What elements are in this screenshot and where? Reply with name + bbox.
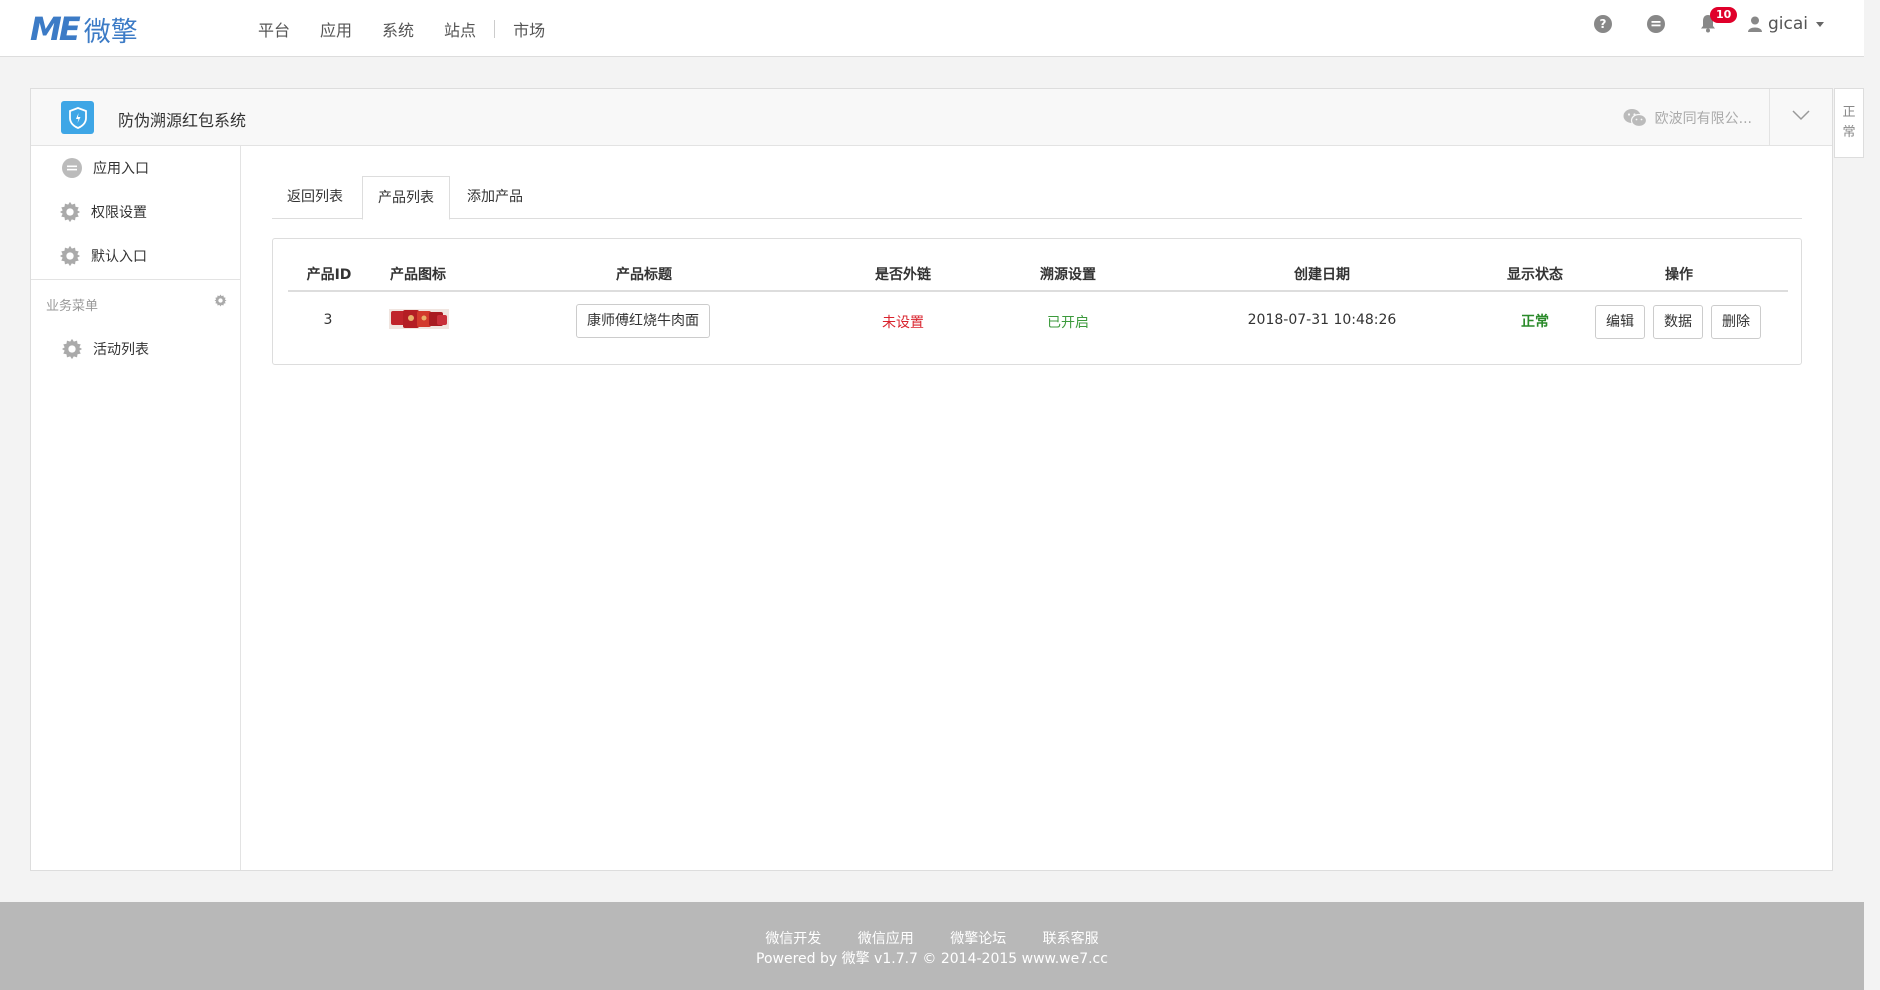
- app-title: 防伪溯源红包系统: [118, 111, 247, 130]
- nav-divider: [494, 20, 496, 38]
- footer-link-forum[interactable]: 微擎论坛: [950, 931, 1006, 947]
- nav-item-platform[interactable]: 平台: [258, 17, 290, 41]
- top-navbar: ME 微擎 平台 应用 系统 站点 市场 ? 10 gicai: [0, 0, 1864, 57]
- sidebar-divider: [31, 279, 241, 280]
- trace-status: 已开启: [1047, 315, 1089, 331]
- shield-icon: [61, 101, 94, 134]
- product-image: [389, 309, 449, 329]
- notification-count-badge: 10: [1709, 7, 1738, 23]
- top-right-tools: ? 10 gicai: [1559, 7, 1824, 34]
- footer-link-wechat-apps[interactable]: 微信应用: [858, 931, 914, 947]
- external-link-status: 未设置: [882, 315, 924, 331]
- notifications-button[interactable]: 10: [1700, 7, 1738, 34]
- nav-item-market[interactable]: 市场: [513, 17, 545, 41]
- tab-product-list[interactable]: 产品列表: [362, 176, 450, 220]
- created-date: 2018-07-31 10:48:26: [1247, 312, 1397, 328]
- footer-link-support[interactable]: 联系客服: [1043, 931, 1099, 947]
- sidebar-item-label: 默认入口: [91, 249, 147, 265]
- gear-icon: [61, 338, 83, 360]
- sidebar-item-label: 应用入口: [93, 161, 149, 177]
- chat-icon[interactable]: [1646, 15, 1665, 33]
- sidebar: 应用入口 权限设置 默认入口 业务菜单 活动列表: [31, 146, 241, 870]
- side-tag-char: 常: [1842, 125, 1856, 140]
- tab-back-to-list[interactable]: 返回列表: [272, 176, 358, 220]
- product-title-button[interactable]: 康师傅红烧牛肉面: [576, 304, 710, 338]
- user-menu[interactable]: gicai: [1747, 14, 1824, 34]
- header-divider: [288, 290, 1788, 292]
- sidebar-item-default-entry[interactable]: 默认入口: [59, 245, 147, 267]
- logo-mark: ME: [30, 10, 81, 48]
- wechat-icon: [1623, 109, 1647, 128]
- sidebar-group-label: 业务菜单: [46, 299, 99, 314]
- footer-link-wechat-dev[interactable]: 微信开发: [765, 931, 821, 947]
- sidebar-item-label: 权限设置: [91, 205, 147, 221]
- brand-logo[interactable]: ME 微擎: [30, 10, 138, 48]
- footer: 微信开发 微信应用 微擎论坛 联系客服 Powered by 微擎 v1.7.7…: [0, 902, 1864, 990]
- user-icon: [1747, 16, 1762, 32]
- column-header: 是否外链: [875, 267, 931, 283]
- logo-text: 微擎: [83, 16, 138, 48]
- sidebar-item-app-entry[interactable]: 应用入口: [61, 157, 149, 179]
- footer-copyright: Powered by 微擎 v1.7.7 © 2014-2015 www.we7…: [756, 951, 1108, 967]
- sidebar-item-label: 活动列表: [93, 342, 149, 358]
- app-header: 防伪溯源红包系统 欧波同有限公...: [31, 89, 1832, 146]
- nav-item-sites[interactable]: 站点: [444, 17, 476, 41]
- question-circle-icon[interactable]: ?: [1593, 15, 1612, 33]
- account-name: 欧波同有限公...: [1654, 111, 1752, 127]
- column-header: 显示状态: [1507, 267, 1563, 283]
- gear-icon: [59, 245, 81, 267]
- gear-icon: [59, 201, 81, 223]
- username: gicai: [1767, 14, 1808, 34]
- product-table: 产品ID 产品图标 产品标题 是否外链 溯源设置 创建日期 显示状态 操作 3: [272, 238, 1802, 365]
- content-area: 返回列表 产品列表 添加产品 产品ID 产品图标 产品标题 是否外链 溯源设置 …: [272, 176, 1802, 365]
- status-side-tab[interactable]: 正 常: [1834, 88, 1864, 158]
- sidebar-item-activity-list[interactable]: 活动列表: [61, 338, 149, 360]
- product-id: 3: [323, 312, 333, 328]
- comment-icon: [62, 158, 82, 178]
- chevron-down-icon: [1816, 21, 1824, 27]
- column-header: 操作: [1665, 267, 1693, 283]
- nav-item-system[interactable]: 系统: [382, 17, 414, 41]
- column-header: 创建日期: [1294, 267, 1350, 283]
- edit-button[interactable]: 编辑: [1595, 305, 1645, 339]
- column-header: 产品ID: [306, 267, 352, 283]
- delete-button[interactable]: 删除: [1711, 305, 1761, 339]
- sidebar-item-permissions[interactable]: 权限设置: [59, 201, 147, 223]
- display-status-badge: 正常: [1521, 314, 1549, 330]
- nav-item-apps[interactable]: 应用: [320, 17, 352, 41]
- footer-links: 微信开发 微信应用 微擎论坛 联系客服: [0, 928, 1864, 948]
- data-button[interactable]: 数据: [1653, 305, 1703, 339]
- account-switcher[interactable]: 欧波同有限公...: [1623, 108, 1752, 128]
- gear-icon[interactable]: [214, 294, 227, 307]
- tab-add-product[interactable]: 添加产品: [452, 176, 538, 220]
- tab-bar: 返回列表 产品列表 添加产品: [272, 176, 1802, 220]
- column-header: 产品标题: [616, 267, 672, 283]
- header-divider: [1769, 89, 1770, 146]
- column-header: 产品图标: [390, 267, 446, 283]
- column-header: 溯源设置: [1040, 267, 1096, 283]
- main-panel: 防伪溯源红包系统 欧波同有限公... 应用入口 权限设置 默认入口 业务菜单 活…: [30, 88, 1833, 871]
- chevron-down-icon[interactable]: [1792, 109, 1810, 121]
- side-tag-char: 正: [1842, 105, 1856, 120]
- main-nav: 平台 应用 系统 站点 市场: [258, 17, 575, 41]
